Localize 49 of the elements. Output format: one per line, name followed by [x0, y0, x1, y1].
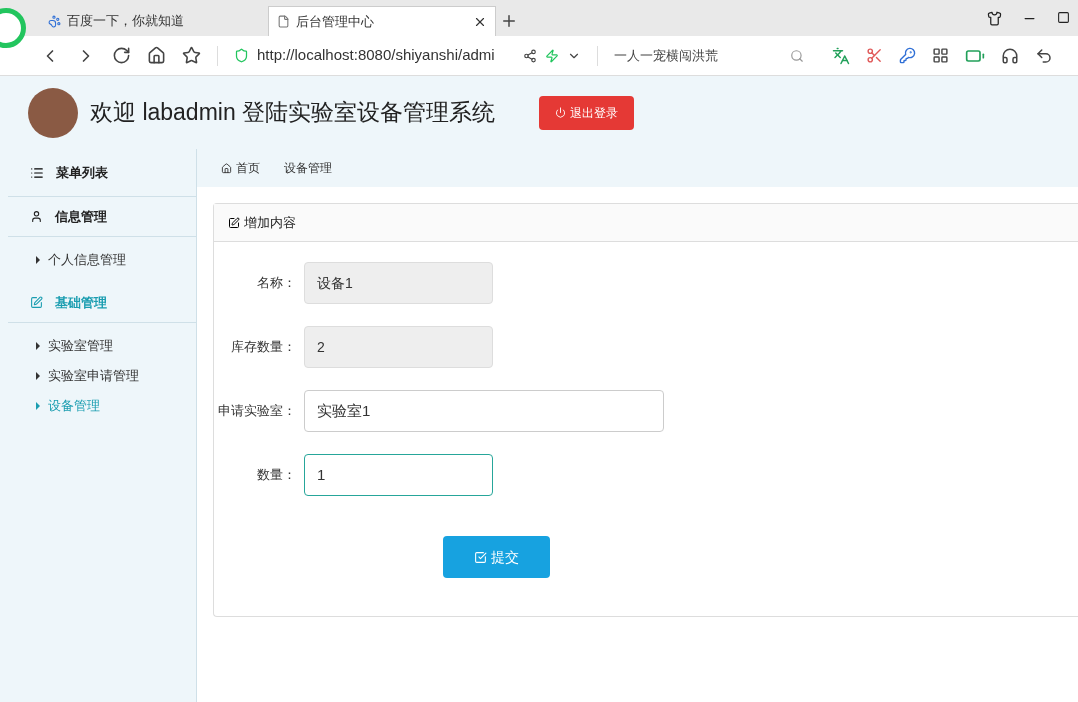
logout-button[interactable]: 退出登录 [539, 95, 635, 130]
home-icon [221, 162, 232, 174]
field-label: 数量： [256, 466, 296, 485]
tab-label: 百度一下，你就知道 [67, 12, 185, 31]
breadcrumb-link[interactable]: 首页 [221, 159, 260, 177]
field-label: 申请实验室： [217, 402, 296, 421]
power-icon [555, 107, 567, 118]
headphones-icon[interactable] [1001, 46, 1019, 65]
edit-icon [228, 216, 240, 229]
tab-label: 后台管理中心 [296, 12, 375, 31]
shield-icon [234, 48, 249, 63]
caret-icon [36, 342, 40, 350]
paw-icon [48, 14, 61, 28]
avatar [28, 87, 78, 138]
url-field[interactable]: http://localhost:8080/shiyanshi/admi [257, 44, 507, 67]
menu-item[interactable]: 实验室管理 [8, 331, 196, 361]
page-title: 欢迎 labadmin 登陆实验室设备管理系统 [90, 98, 496, 128]
input-field[interactable]: 实验室1 [304, 390, 664, 432]
translate-icon[interactable] [832, 46, 850, 65]
breadcrumb-link[interactable]: 设备管理 [284, 159, 332, 177]
star-icon[interactable] [182, 46, 201, 65]
shirt-icon[interactable] [987, 10, 1002, 26]
reload-icon[interactable] [112, 46, 131, 65]
document-icon [277, 15, 290, 28]
sidebar-title: 菜单列表 [56, 163, 108, 182]
edit-icon [30, 296, 43, 309]
user-icon [30, 210, 43, 223]
field-label: 库存数量： [230, 338, 296, 357]
undo-icon[interactable] [1035, 46, 1053, 65]
browser-tab[interactable]: 百度一下，你就知道 [40, 6, 268, 36]
list-icon [30, 165, 44, 180]
search-field[interactable]: 一人一宠横闯洪荒 [614, 45, 774, 66]
card-title: 增加内容 [244, 213, 296, 232]
menu-item[interactable]: 实验室申请管理 [8, 361, 196, 391]
caret-icon [36, 372, 40, 380]
input-field[interactable]: 1 [304, 454, 493, 496]
scissors-icon[interactable] [866, 47, 883, 64]
checkbox-icon [474, 550, 487, 564]
menu-item[interactable]: 个人信息管理 [8, 245, 196, 275]
caret-icon [36, 402, 40, 410]
field-label: 名称： [256, 274, 296, 293]
home-icon[interactable] [147, 46, 166, 65]
maximize-icon[interactable] [1057, 10, 1070, 24]
browser-tab[interactable]: 后台管理中心 [268, 6, 496, 36]
apps-icon[interactable] [932, 47, 949, 64]
share-icon[interactable] [523, 48, 537, 63]
caret-icon [36, 256, 40, 264]
menu-group[interactable]: 信息管理 [8, 197, 196, 237]
new-tab-icon[interactable] [500, 12, 518, 30]
